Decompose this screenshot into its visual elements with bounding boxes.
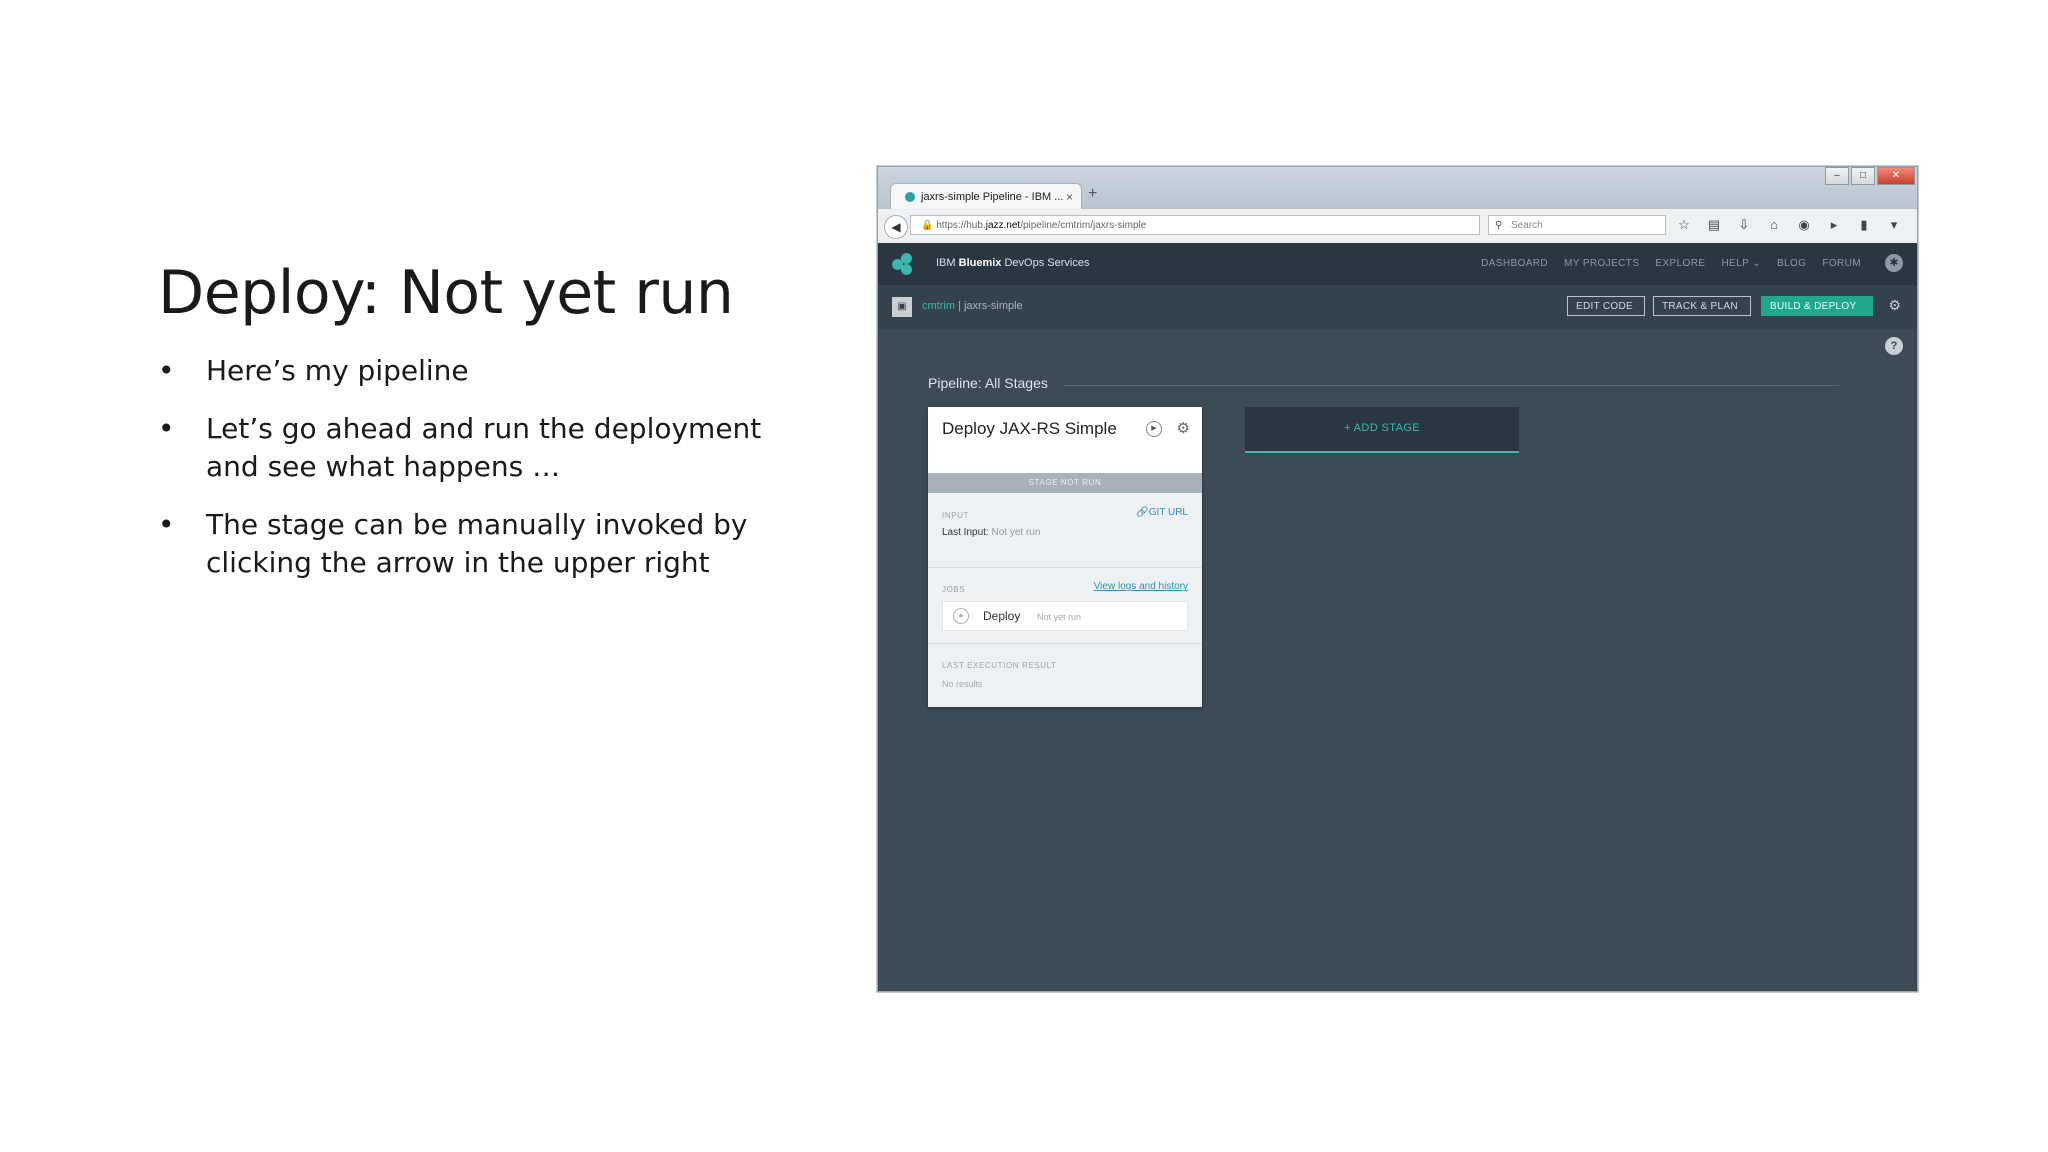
browser-tab[interactable]: jaxrs-simple Pipeline - IBM ... × [890,183,1082,210]
job-row[interactable]: ● Deploy Not yet run [942,601,1188,631]
bug-icon[interactable]: ✱ [1885,254,1903,272]
job-name: Deploy [983,609,1021,623]
bullet-item: Let’s go ahead and run the deployment an… [158,410,798,486]
url-path: /pipeline/cmtrim/jaxrs-simple [1020,220,1147,231]
pipeline-heading: Pipeline: All Stages [928,375,1048,391]
bullet-item: Here’s my pipeline [158,352,798,390]
browser-toolbar-icons: ☆ ▤ ⇩ ⌂ ◉ ▸ ▮ ▾ ☰ [1674,217,1917,233]
edit-code-button[interactable]: EDIT CODE [1567,296,1645,316]
stage-title: Deploy JAX-RS Simple [942,419,1117,438]
job-pending-icon: ● [953,608,969,624]
close-tab-icon[interactable]: × [1066,184,1073,210]
slide-title: Deploy: Not yet run [158,258,734,328]
project-settings-gear-icon[interactable]: ⚙ [1888,297,1901,314]
track-plan-button[interactable]: TRACK & PLAN [1653,296,1751,316]
window-titlebar: – □ ✕ jaxrs-simple Pipeline - IBM ... × … [878,167,1917,210]
build-deploy-button[interactable]: BUILD & DEPLOY [1761,296,1873,316]
phone-icon[interactable]: ▮ [1854,217,1874,233]
new-tab-icon[interactable]: + [1088,185,1097,203]
url-prefix: https://hub. [936,220,986,231]
stage-header: Deploy JAX-RS Simple ▶ ⚙ [928,407,1202,473]
section-divider [928,643,1202,644]
view-logs-link[interactable]: View logs and history [1094,581,1188,592]
minimize-icon[interactable]: – [1825,167,1849,185]
nav-help[interactable]: HELP ⌄ [1721,258,1761,269]
dropdown-icon[interactable]: ▾ [1884,217,1904,233]
nav-explore[interactable]: EXPLORE [1655,258,1705,269]
last-execution-value: No results [942,679,983,689]
link-icon: 🔗 [1136,507,1149,518]
project-owner-link[interactable]: cmtrim [922,300,955,312]
run-stage-play-icon[interactable]: ▶ [1146,421,1162,437]
project-name[interactable]: jaxrs-simple [964,300,1023,312]
nav-my-projects[interactable]: MY PROJECTS [1564,258,1639,269]
back-arrow-icon[interactable]: ◀ [884,215,908,239]
search-placeholder: Search [1511,220,1543,231]
top-nav: DASHBOARD MY PROJECTS EXPLORE HELP ⌄ BLO… [1481,258,1861,269]
last-input: Last Input: Not yet run [942,527,1040,538]
bluemix-logo-icon[interactable] [892,253,914,275]
git-url-link[interactable]: 🔗GIT URL [1136,507,1188,518]
project-avatar-icon[interactable]: ▣ [892,297,912,317]
url-host: jazz.net [985,220,1021,231]
stage-card: Deploy JAX-RS Simple ▶ ⚙ STAGE NOT RUN I… [928,407,1202,707]
extension-icon[interactable]: ▸ [1824,217,1844,233]
bookmark-star-icon[interactable]: ☆ [1674,217,1694,233]
address-bar[interactable]: 🔒 https://hub.jazz.net/pipeline/cmtrim/j… [910,215,1480,235]
heading-divider [1064,385,1839,386]
brand-title[interactable]: IBM Bluemix DevOps Services [936,257,1089,269]
last-execution-label: LAST EXECUTION RESULT [942,661,1057,670]
bullet-item: The stage can be manually invoked by cli… [158,506,798,582]
jobs-label: JOBS [942,585,966,594]
browser-window: – □ ✕ jaxrs-simple Pipeline - IBM ... × … [877,166,1918,992]
job-status: Not yet run [1037,612,1082,622]
chat-icon[interactable]: ◉ [1794,217,1814,233]
last-input-value: Not yet run [991,527,1041,538]
add-stage-button[interactable]: + ADD STAGE [1245,407,1519,453]
tab-title: jaxrs-simple Pipeline - IBM ... [921,191,1064,203]
help-icon[interactable]: ? [1885,337,1903,355]
menu-icon[interactable]: ☰ [1914,217,1917,233]
project-breadcrumb: cmtrim | jaxrs-simple [922,300,1023,312]
search-icon: ⚲ [1495,220,1503,231]
window-controls: – □ ✕ [1825,167,1915,185]
clipboard-icon[interactable]: ▤ [1704,217,1724,233]
last-input-label: Last Input: [942,527,989,538]
download-icon[interactable]: ⇩ [1734,217,1754,233]
nav-forum[interactable]: FORUM [1822,258,1861,269]
nav-dashboard[interactable]: DASHBOARD [1481,258,1548,269]
project-bar: ▣ cmtrim | jaxrs-simple EDIT CODE TRACK … [878,285,1917,329]
lock-icon: 🔒 [921,220,934,231]
favicon-icon [905,192,915,203]
app-header: IBM Bluemix DevOps Services DASHBOARD MY… [878,243,1917,285]
close-icon[interactable]: ✕ [1877,167,1915,185]
stage-status-badge: STAGE NOT RUN [928,473,1202,493]
stage-settings-gear-icon[interactable]: ⚙ [1177,419,1190,437]
home-icon[interactable]: ⌂ [1764,217,1784,233]
search-input[interactable]: ⚲ Search [1488,215,1666,235]
input-label: INPUT [942,511,969,520]
browser-toolbar: ◀ 🔒 https://hub.jazz.net/pipeline/cmtrim… [878,209,1917,244]
nav-blog[interactable]: BLOG [1777,258,1806,269]
section-divider [928,567,1202,568]
maximize-icon[interactable]: □ [1851,167,1875,185]
bullet-list: Here’s my pipeline Let’s go ahead and ru… [158,352,798,602]
